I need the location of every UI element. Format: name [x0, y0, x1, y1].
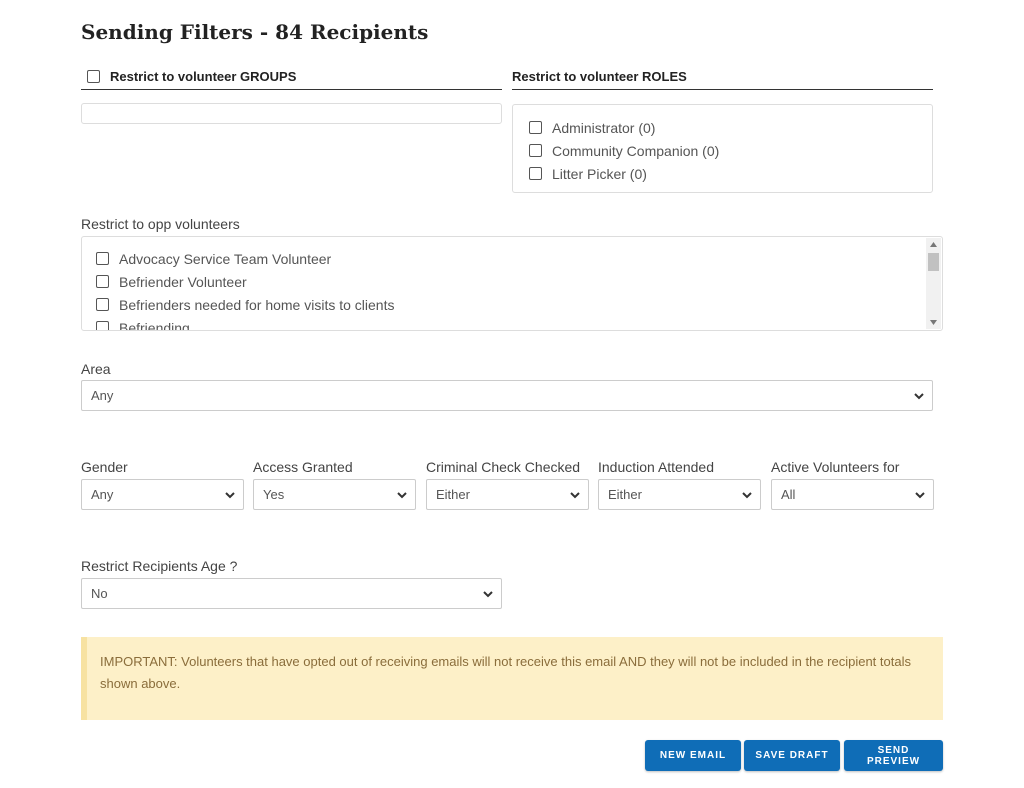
scroll-up-icon[interactable]	[930, 242, 937, 247]
opp-label: Advocacy Service Team Volunteer	[119, 250, 332, 267]
save-draft-button[interactable]: SAVE DRAFT	[744, 740, 840, 771]
area-value: Any	[91, 388, 114, 403]
access-value: Yes	[263, 487, 285, 502]
active-value: All	[781, 487, 796, 502]
induction-value: Either	[608, 487, 642, 502]
opp-label: Befriending	[119, 319, 190, 331]
role-checkbox[interactable]	[529, 167, 542, 180]
role-item-community-companion[interactable]: Community Companion (0)	[529, 139, 932, 162]
groups-header: Restrict to volunteer GROUPS	[81, 69, 502, 90]
scroll-thumb[interactable]	[928, 253, 939, 271]
roles-label: Restrict to volunteer ROLES	[512, 69, 687, 84]
role-label: Litter Picker (0)	[552, 165, 647, 182]
opp-label: Befriender Volunteer	[119, 273, 247, 290]
opp-checkbox[interactable]	[96, 275, 109, 288]
opps-list[interactable]: Advocacy Service Team Volunteer Befriend…	[81, 236, 943, 331]
area-label: Area	[81, 361, 111, 377]
role-label: Community Companion (0)	[552, 142, 720, 159]
criminal-label: Criminal Check Checked	[426, 459, 581, 475]
opp-label: Befrienders needed for home visits to cl…	[119, 296, 395, 313]
opp-checkbox[interactable]	[96, 252, 109, 265]
role-checkbox[interactable]	[529, 121, 542, 134]
notice-text: IMPORTANT: Volunteers that have opted ou…	[100, 654, 911, 691]
gender-label: Gender	[81, 459, 128, 475]
chevron-down-icon	[742, 491, 752, 498]
gender-value: Any	[91, 487, 114, 502]
groups-checkbox[interactable]	[87, 70, 100, 83]
criminal-value: Either	[436, 487, 470, 502]
send-preview-button[interactable]: SEND PREVIEW	[844, 740, 943, 771]
gender-select[interactable]: Any	[81, 479, 244, 510]
access-select[interactable]: Yes	[253, 479, 416, 510]
groups-input[interactable]	[81, 103, 502, 124]
page-title: Sending Filters - 84 Recipients	[81, 20, 429, 44]
opp-checkbox[interactable]	[96, 298, 109, 311]
opp-item[interactable]: Befriending	[96, 316, 942, 331]
opps-scrollbar[interactable]	[926, 238, 941, 329]
chevron-down-icon	[483, 590, 493, 597]
new-email-button[interactable]: NEW EMAIL	[645, 740, 741, 771]
induction-label: Induction Attended	[598, 459, 714, 475]
chevron-down-icon	[914, 392, 924, 399]
important-notice: IMPORTANT: Volunteers that have opted ou…	[81, 637, 943, 720]
roles-header: Restrict to volunteer ROLES	[512, 69, 933, 90]
role-label: Administrator (0)	[552, 119, 656, 136]
area-select[interactable]: Any	[81, 380, 933, 411]
chevron-down-icon	[397, 491, 407, 498]
chevron-down-icon	[915, 491, 925, 498]
groups-label: Restrict to volunteer GROUPS	[110, 69, 297, 84]
age-select[interactable]: No	[81, 578, 502, 609]
role-checkbox[interactable]	[529, 144, 542, 157]
access-label: Access Granted	[253, 459, 353, 475]
age-value: No	[91, 586, 108, 601]
age-label: Restrict Recipients Age ?	[81, 558, 238, 574]
induction-select[interactable]: Either	[598, 479, 761, 510]
roles-list: Administrator (0) Community Companion (0…	[512, 104, 933, 193]
opp-item[interactable]: Befrienders needed for home visits to cl…	[96, 293, 942, 316]
opp-item[interactable]: Befriender Volunteer	[96, 270, 942, 293]
opp-checkbox[interactable]	[96, 321, 109, 330]
opps-label: Restrict to opp volunteers	[81, 216, 240, 232]
chevron-down-icon	[225, 491, 235, 498]
active-select[interactable]: All	[771, 479, 934, 510]
role-item-administrator[interactable]: Administrator (0)	[529, 116, 932, 139]
scroll-down-icon[interactable]	[930, 320, 937, 325]
opp-item[interactable]: Advocacy Service Team Volunteer	[96, 247, 942, 270]
role-item-litter-picker[interactable]: Litter Picker (0)	[529, 162, 932, 185]
criminal-select[interactable]: Either	[426, 479, 589, 510]
chevron-down-icon	[570, 491, 580, 498]
active-label: Active Volunteers for	[771, 459, 900, 475]
